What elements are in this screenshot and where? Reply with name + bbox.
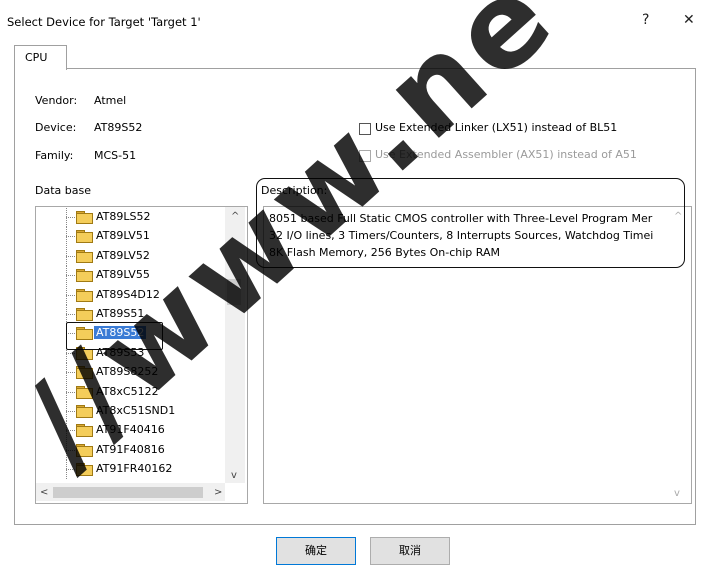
tree-item[interactable]: AT89LV52: [36, 246, 226, 266]
tree-item[interactable]: AT89LV55: [36, 266, 226, 286]
folder-icon: [76, 308, 93, 321]
tree-item-label: AT89S8252: [96, 365, 159, 379]
tree-item-label: AT8xC51SND1: [96, 404, 176, 417]
folder-icon: [76, 405, 93, 418]
tree-item-label: AT91F40816: [96, 442, 165, 456]
vendor-value: Atmel: [94, 94, 127, 107]
tree-item-label: AT89LV52: [96, 248, 150, 262]
tree-item-label: AT89S51: [96, 307, 145, 320]
tree-item[interactable]: AT89LS52: [36, 208, 226, 227]
tree-item-label: AT8xC5122: [96, 384, 159, 398]
folder-icon: [76, 463, 93, 477]
tree-item[interactable]: AT89LV51: [36, 227, 226, 247]
folder-icon: [76, 249, 93, 263]
vendor-label: Vendor:: [35, 94, 78, 107]
tab-cpu[interactable]: CPU: [14, 45, 67, 70]
tree-connector: [66, 352, 75, 354]
device-label: Device:: [35, 121, 77, 134]
scroll-down-arrow[interactable]: v: [231, 470, 237, 481]
cancel-button[interactable]: 取消: [370, 537, 450, 565]
tree-item-label: AT91FR40162: [96, 462, 173, 476]
tree-scroll-thumb[interactable]: [227, 279, 241, 305]
tree-item-label: AT89LS52: [96, 210, 151, 223]
folder-icon: [76, 211, 93, 224]
close-button[interactable]: ✕: [683, 12, 695, 28]
tab-cpu-label: CPU: [25, 51, 48, 64]
folder-icon: [76, 424, 93, 438]
scroll-right-arrow[interactable]: >: [214, 487, 222, 498]
tree-item[interactable]: AT89S4D12: [36, 285, 226, 305]
tree-item[interactable]: AT91F40416: [36, 421, 226, 441]
tree-connector: [66, 294, 75, 296]
tree-vertical-scrollbar[interactable]: [225, 207, 245, 483]
folder-icon: [76, 230, 93, 244]
tree-connector: [66, 236, 75, 238]
extended-assembler-label: Use Extended Assembler (AX51) instead of…: [375, 148, 637, 161]
tree-connector: [66, 449, 75, 451]
dialog-title: Select Device for Target 'Target 1': [7, 15, 201, 29]
tree-connector: [66, 469, 75, 471]
tree-connector: [66, 411, 75, 412]
tree-item[interactable]: AT91F40816: [36, 440, 226, 460]
help-button[interactable]: ?: [642, 12, 649, 28]
extended-assembler-checkbox[interactable]: [359, 150, 371, 162]
tree-connector: [66, 314, 75, 315]
folder-icon: [76, 443, 93, 457]
folder-icon: [76, 385, 93, 399]
desc-scroll-down-arrow[interactable]: v: [674, 488, 680, 499]
tree-connector: [66, 255, 75, 257]
device-tree[interactable]: AT89LS52 AT89LV51 AT89LV52 AT89LV55 AT89S4D1…: [35, 206, 248, 504]
extended-linker-checkbox[interactable]: [359, 123, 371, 135]
tree-connector: [66, 275, 75, 277]
tree-item-label: AT89LV55: [96, 268, 150, 282]
ok-button[interactable]: 确定: [276, 537, 356, 565]
description-highlight-outline: [256, 178, 685, 268]
tree-hscroll-thumb[interactable]: [53, 487, 203, 498]
folder-icon: [76, 288, 93, 302]
tree-connector: [66, 372, 75, 374]
tree-item[interactable]: AT89S8252: [36, 363, 226, 383]
tree-item-label: AT91F40416: [96, 423, 165, 437]
tree-item[interactable]: AT8xC5122: [36, 382, 226, 402]
tree-connector: [66, 391, 75, 393]
scroll-left-arrow[interactable]: <: [40, 487, 48, 498]
tree-connector: [66, 217, 75, 218]
folder-icon: [76, 366, 93, 380]
tree-item-label: AT89S4D12: [96, 287, 160, 301]
tree-item[interactable]: AT8xC51SND1: [36, 402, 226, 421]
database-label: Data base: [35, 184, 91, 197]
family-label: Family:: [35, 149, 74, 162]
extended-linker-label: Use Extended Linker (LX51) instead of BL…: [375, 121, 618, 134]
family-value: MCS-51: [94, 149, 137, 162]
scroll-up-arrow[interactable]: ^: [231, 211, 239, 222]
tree-item[interactable]: AT91FR40162: [36, 460, 226, 480]
device-value: AT89S52: [94, 121, 143, 134]
selected-device-highlight-outline: [66, 322, 163, 350]
tree-item-label: AT89LV51: [96, 229, 150, 243]
tree-connector: [66, 430, 75, 432]
folder-icon: [76, 269, 93, 283]
